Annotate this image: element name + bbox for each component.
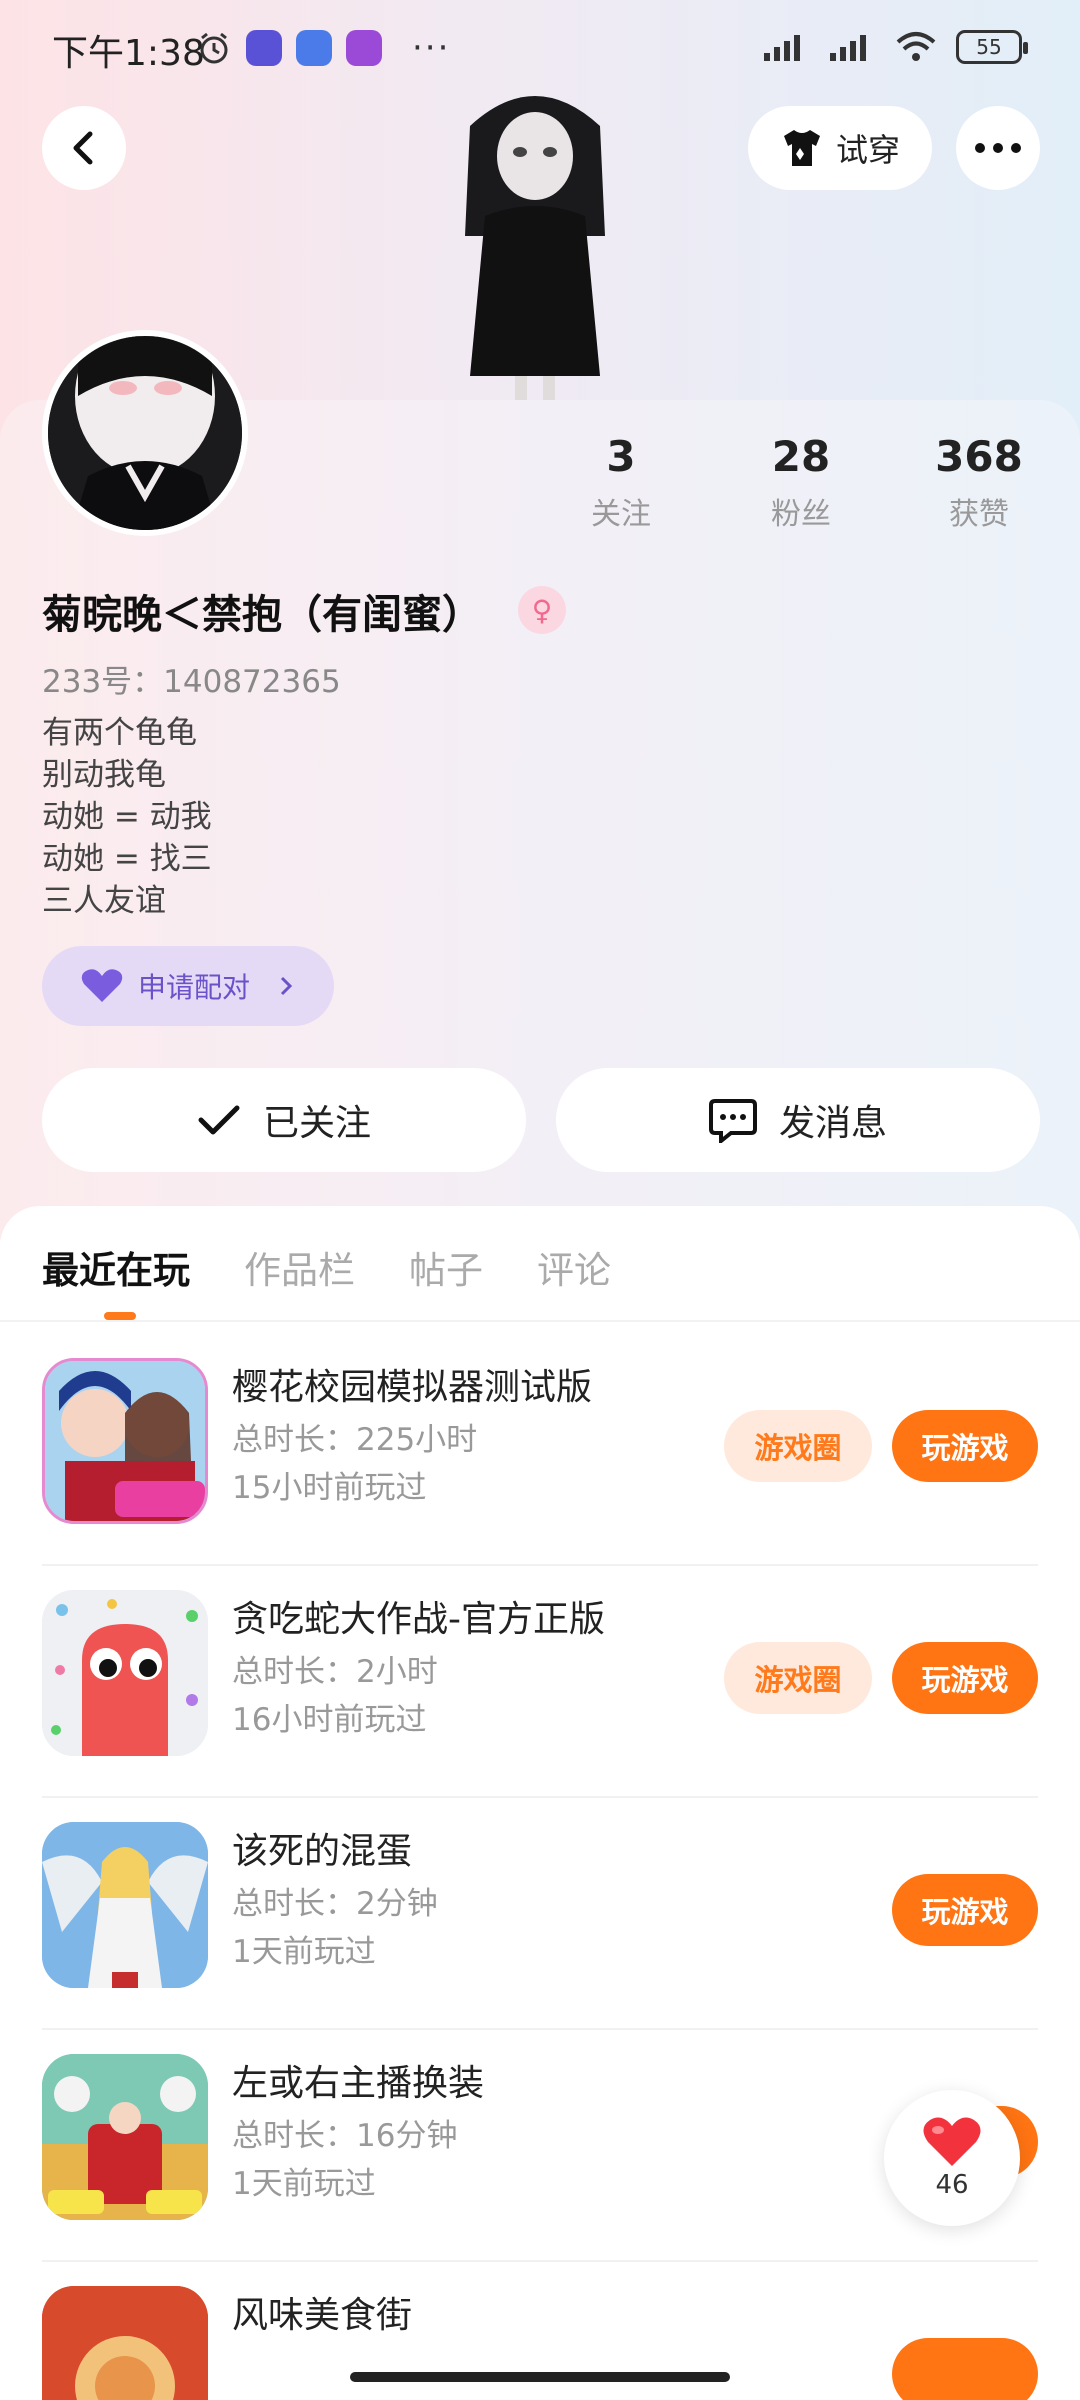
likes-count: 368 (935, 432, 1023, 481)
game-circle-button[interactable]: 游戏圈 (724, 1410, 872, 1482)
game-meta: 总时长：225小时 15小时前玩过 (232, 1416, 477, 1512)
send-message-button[interactable]: 发消息 (556, 1068, 1040, 1172)
game-meta: 总时长：2分钟 1天前玩过 (232, 1880, 438, 1976)
status-system-icons: 55 (762, 30, 1028, 64)
request-match-label: 申请配对 (138, 971, 251, 1004)
last-played: 16小时前玩过 (232, 1702, 427, 1738)
profile-screen: 下午1:38 ··· 55 试穿 3 关注 28 粉丝 368 获赞 菊晥晚＜禁… (0, 0, 1080, 2400)
followers-count: 28 (771, 432, 831, 481)
game-list-item[interactable]: 樱花校园模拟器测试版 总时长：225小时 15小时前玩过 游戏圈 玩游戏 (42, 1334, 1038, 1566)
tab-works[interactable]: 作品栏 (244, 1240, 355, 1294)
followed-label: 已关注 (262, 1103, 371, 1144)
play-duration: 总时长：16分钟 (232, 2118, 458, 2154)
play-game-button[interactable]: 玩游戏 (892, 1642, 1038, 1714)
likes-stat[interactable]: 368 获赞 (909, 432, 1049, 533)
status-bar: 下午1:38 ··· 55 (0, 0, 1080, 96)
tab-comments[interactable]: 评论 (537, 1240, 611, 1294)
bio-line: 有两个龟龟 (42, 715, 197, 751)
game-meta: 总时长：16分钟 1天前玩过 (232, 2112, 457, 2208)
last-played: 1天前玩过 (232, 1934, 376, 1970)
following-count: 3 (606, 432, 636, 481)
game-title: 左或右主播换装 (232, 2063, 485, 2104)
play-game-button[interactable]: 玩游戏 (892, 1410, 1038, 1482)
app-notification-icon (346, 30, 382, 66)
game-circle-button[interactable]: 游戏圈 (724, 1642, 872, 1714)
back-arrow-icon (73, 131, 93, 165)
back-button[interactable] (42, 106, 126, 190)
more-notifications-icon: ··· (412, 28, 451, 68)
heart-icon (81, 969, 123, 1002)
last-played: 15小时前玩过 (232, 1470, 427, 1506)
play-duration: 总时长：2小时 (232, 1654, 438, 1690)
status-notification-icons: ··· (196, 28, 450, 68)
status-time: 下午1:38 (52, 33, 205, 74)
avatar-character-figure (430, 86, 640, 406)
tab-recently-played[interactable]: 最近在玩 (42, 1240, 190, 1294)
heart-icon (923, 2117, 981, 2166)
tab-posts[interactable]: 帖子 (409, 1240, 483, 1294)
last-played: 1天前玩过 (232, 2166, 376, 2202)
game-title: 风味美食街 (232, 2295, 413, 2336)
check-icon (198, 1105, 240, 1135)
user-id: 233号：140872365 (42, 664, 341, 700)
home-indicator[interactable] (350, 2372, 730, 2382)
game-title: 该死的混蛋 (232, 1831, 413, 1872)
content-panel: 最近在玩 作品栏 帖子 评论 樱花校园模拟器测试版 总时长：225小时 15小时… (0, 1206, 1080, 2400)
bio-line: 动她 = 找三 (42, 841, 212, 877)
game-list-item[interactable]: 贪吃蛇大作战-官方正版 总时长：2小时 16小时前玩过 游戏圈 玩游戏 (42, 1566, 1038, 1798)
nickname: 菊晥晚＜禁抱（有闺蜜） (42, 592, 482, 638)
play-game-button[interactable]: 玩游戏 (892, 1874, 1038, 1946)
try-on-label: 试穿 (835, 131, 900, 169)
game-icon (42, 2054, 208, 2220)
signal-icon (764, 35, 800, 61)
app-notification-icon (246, 30, 282, 66)
try-on-button[interactable]: 试穿 (748, 106, 932, 190)
alarm-icon (200, 32, 228, 64)
play-duration: 总时长：2分钟 (232, 1886, 438, 1922)
game-title: 樱花校园模拟器测试版 (232, 1367, 593, 1408)
battery-icon: 55 (956, 30, 1028, 64)
tshirt-icon (783, 130, 820, 166)
game-icon (42, 1822, 208, 1988)
female-gender-icon: ♀ (518, 586, 566, 634)
active-tab-indicator (104, 1312, 136, 1320)
send-message-label: 发消息 (778, 1103, 887, 1144)
like-button[interactable]: 46 (884, 2090, 1020, 2226)
request-match-button[interactable]: 申请配对 (42, 946, 334, 1026)
game-title: 贪吃蛇大作战-官方正版 (232, 1599, 605, 1640)
app-notification-icon (296, 30, 332, 66)
followers-label: 粉丝 (771, 497, 831, 532)
bio-line: 动她 = 动我 (42, 799, 212, 835)
like-count: 46 (935, 2170, 969, 2200)
likes-label: 获赞 (949, 497, 1009, 532)
followers-stat[interactable]: 28 粉丝 (731, 432, 871, 533)
game-icon (42, 2286, 208, 2400)
game-list-item[interactable]: 该死的混蛋 总时长：2分钟 1天前玩过 玩游戏 (42, 1798, 1038, 2030)
avatar[interactable] (42, 330, 248, 536)
signal-icon (830, 35, 866, 61)
following-label: 关注 (591, 497, 651, 532)
more-options-button[interactable] (956, 106, 1040, 190)
play-game-button[interactable] (892, 2338, 1038, 2400)
chevron-right-icon (280, 976, 293, 996)
game-icon (42, 1358, 208, 1524)
game-icon (42, 1590, 208, 1756)
play-duration: 总时长：225小时 (232, 1422, 478, 1458)
more-dots-icon (975, 143, 1021, 153)
followed-button[interactable]: 已关注 (42, 1068, 526, 1172)
bio-line: 别动我龟 (42, 757, 166, 793)
bio: 有两个龟龟 别动我龟 动她 = 动我 动她 = 找三 三人友谊 (42, 712, 212, 922)
bio-line: 三人友谊 (42, 883, 166, 919)
game-meta: 总时长：2小时 16小时前玩过 (232, 1648, 438, 1744)
tab-bar: 最近在玩 作品栏 帖子 评论 (42, 1240, 611, 1294)
wifi-icon (896, 32, 936, 61)
divider (0, 1320, 1080, 1322)
chat-bubble-icon (708, 1099, 757, 1143)
following-stat[interactable]: 3 关注 (551, 432, 691, 533)
